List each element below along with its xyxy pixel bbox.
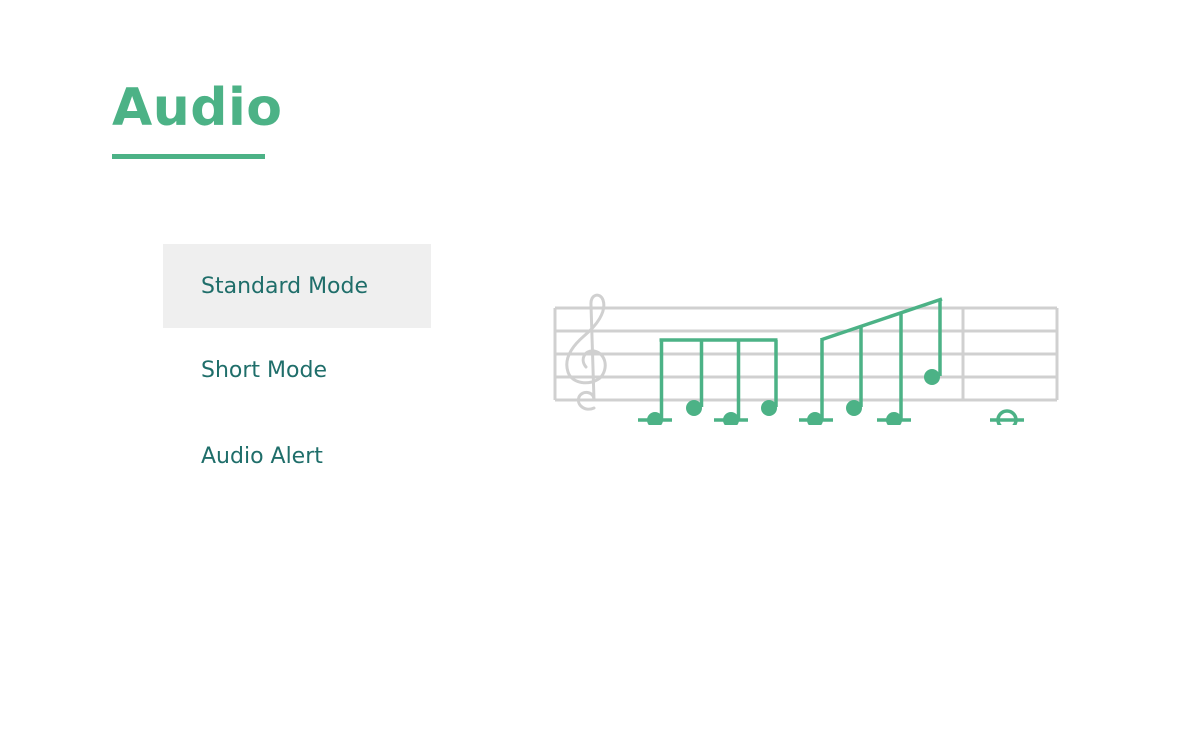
title-underline xyxy=(112,154,265,159)
staff xyxy=(553,306,1059,402)
mode-item-audio-alert[interactable]: Audio Alert xyxy=(163,414,431,498)
mode-item-standard[interactable]: Standard Mode xyxy=(163,244,431,328)
mode-item-short[interactable]: Short Mode xyxy=(163,328,431,412)
treble-clef-icon xyxy=(565,293,607,411)
page-title: Audio xyxy=(112,78,283,138)
music-notation-illustration xyxy=(553,293,1059,425)
audio-mode-list: Standard Mode Short Mode Audio Alert xyxy=(163,244,431,498)
music-notes xyxy=(638,297,1024,425)
